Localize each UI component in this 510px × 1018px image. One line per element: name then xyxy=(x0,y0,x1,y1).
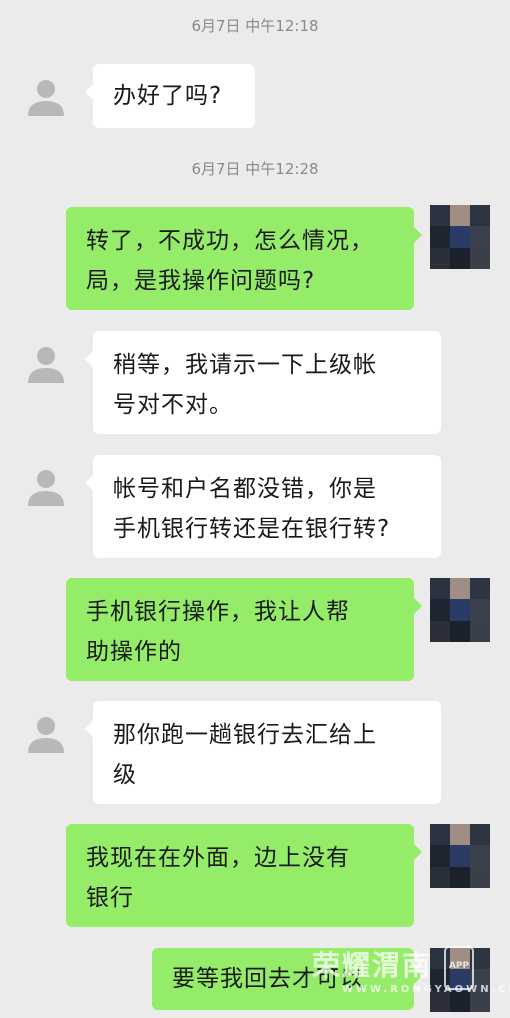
contact-avatar-icon[interactable] xyxy=(26,466,66,506)
message-bubble-incoming[interactable]: 那你跑一趟银行去汇给上 级 xyxy=(85,701,441,804)
message-bubble-outgoing[interactable]: 手机银行操作，我让人帮 助操作的 xyxy=(66,578,422,681)
message-bubble-incoming[interactable]: 帐号和户名都没错，你是 手机银行转还是在银行转? xyxy=(85,455,441,558)
message-text: 手机银行操作，我让人帮 助操作的 xyxy=(86,599,350,665)
user-avatar[interactable] xyxy=(430,578,490,642)
message-text: 那你跑一趟银行去汇给上 级 xyxy=(113,722,377,788)
message-bubble-outgoing[interactable]: 我现在在外面，边上没有 银行 xyxy=(66,824,422,927)
message-text: 要等我回去才可以 xyxy=(172,966,364,992)
message-bubble-outgoing[interactable]: 转了，不成功，怎么情况， 局，是我操作问题吗? xyxy=(66,207,422,310)
contact-avatar-icon[interactable] xyxy=(26,343,66,383)
message-bubble-incoming[interactable]: 办好了吗? xyxy=(85,64,255,128)
user-avatar[interactable] xyxy=(430,205,490,269)
message-text: 帐号和户名都没错，你是 手机银行转还是在银行转? xyxy=(113,476,391,542)
message-bubble-incoming[interactable]: 稍等，我请示一下上级帐 号对不对。 xyxy=(85,331,441,434)
message-text: 我现在在外面，边上没有 银行 xyxy=(86,845,350,911)
timestamp: 6月7日 中午12:28 xyxy=(191,160,319,178)
message-text: 办好了吗? xyxy=(113,83,223,109)
contact-avatar-icon[interactable] xyxy=(26,76,66,116)
message-text: 稍等，我请示一下上级帐 号对不对。 xyxy=(113,352,377,418)
message-text: 转了，不成功，怎么情况， 局，是我操作问题吗? xyxy=(86,228,374,294)
user-avatar[interactable] xyxy=(430,948,490,1012)
user-avatar[interactable] xyxy=(430,824,490,888)
timestamp: 6月7日 中午12:18 xyxy=(191,17,319,35)
contact-avatar-icon[interactable] xyxy=(26,713,66,753)
message-bubble-outgoing[interactable]: 要等我回去才可以 xyxy=(152,948,422,1010)
